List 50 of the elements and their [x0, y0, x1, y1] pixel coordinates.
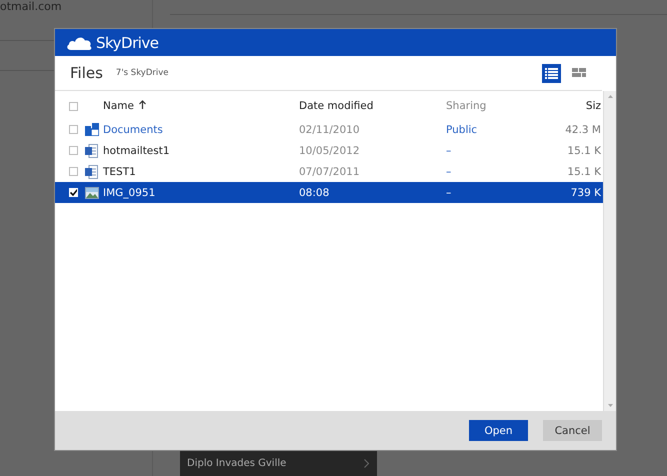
file-size: 15.1 K — [566, 166, 601, 178]
details-view-button[interactable] — [542, 64, 561, 82]
checkbox[interactable] — [69, 188, 78, 197]
document-icon — [85, 144, 98, 158]
file-name: Documents — [103, 124, 164, 136]
playlist-title: Diplo Invades Gville — [187, 458, 286, 468]
file-row[interactable]: IMG_0951 08:08 – 739 K — [55, 182, 603, 203]
sharing-status: – — [446, 144, 452, 156]
sharing-status: – — [446, 186, 452, 198]
checkbox[interactable] — [69, 167, 78, 176]
brand-name: SkyDrive — [96, 34, 159, 52]
playlist-item[interactable]: Diplo Invades Gville — [180, 450, 377, 476]
file-name: hotmailtest1 — [103, 144, 171, 156]
list-icon — [545, 67, 558, 79]
date-modified: 10/05/2012 — [299, 144, 361, 156]
file-row[interactable]: Documents 02/11/2010 Public 42.3 M — [55, 119, 603, 140]
date-modified: 07/07/2011 — [299, 166, 361, 178]
sharing-status: Public — [446, 124, 478, 136]
folder-icon — [85, 123, 99, 136]
dialog-title: Files — [70, 64, 103, 82]
account-email: otmail.com — [0, 0, 62, 13]
tiles-icon — [572, 68, 586, 78]
column-header[interactable]: Name — [103, 100, 146, 112]
location-label: 7's SkyDrive — [116, 68, 169, 78]
column-header[interactable]: Siz — [586, 100, 601, 112]
sharing-status: – — [446, 166, 452, 178]
file-name: TEST1 — [103, 166, 137, 178]
cloud-icon — [66, 34, 92, 50]
chevron-icon — [364, 458, 369, 468]
image-icon — [85, 186, 99, 198]
date-modified: 02/11/2010 — [299, 124, 361, 136]
date-modified: 08:08 — [299, 186, 330, 198]
scrollbar[interactable] — [603, 91, 616, 411]
sort-arrow-icon — [138, 100, 146, 109]
scroll-up-icon — [608, 95, 612, 98]
document-icon — [85, 164, 98, 178]
checkbox[interactable] — [69, 146, 78, 155]
file-row[interactable]: TEST1 07/07/2011 – 15.1 K — [55, 161, 603, 182]
open-button[interactable]: Open — [469, 420, 528, 441]
select-all-checkbox[interactable] — [69, 102, 78, 110]
scroll-down-icon — [608, 404, 612, 407]
column-header[interactable]: Date modified — [299, 100, 374, 112]
file-size: 42.3 M — [564, 124, 601, 136]
file-row[interactable]: hotmailtest1 10/05/2012 – 15.1 K — [55, 140, 603, 161]
file-name: IMG_0951 — [103, 186, 156, 198]
file-size: 739 K — [570, 186, 601, 198]
file-size: 15.1 K — [566, 144, 601, 156]
cancel-button[interactable]: Cancel — [543, 420, 602, 441]
checkbox[interactable] — [69, 125, 78, 134]
column-header[interactable]: Sharing — [446, 100, 486, 112]
